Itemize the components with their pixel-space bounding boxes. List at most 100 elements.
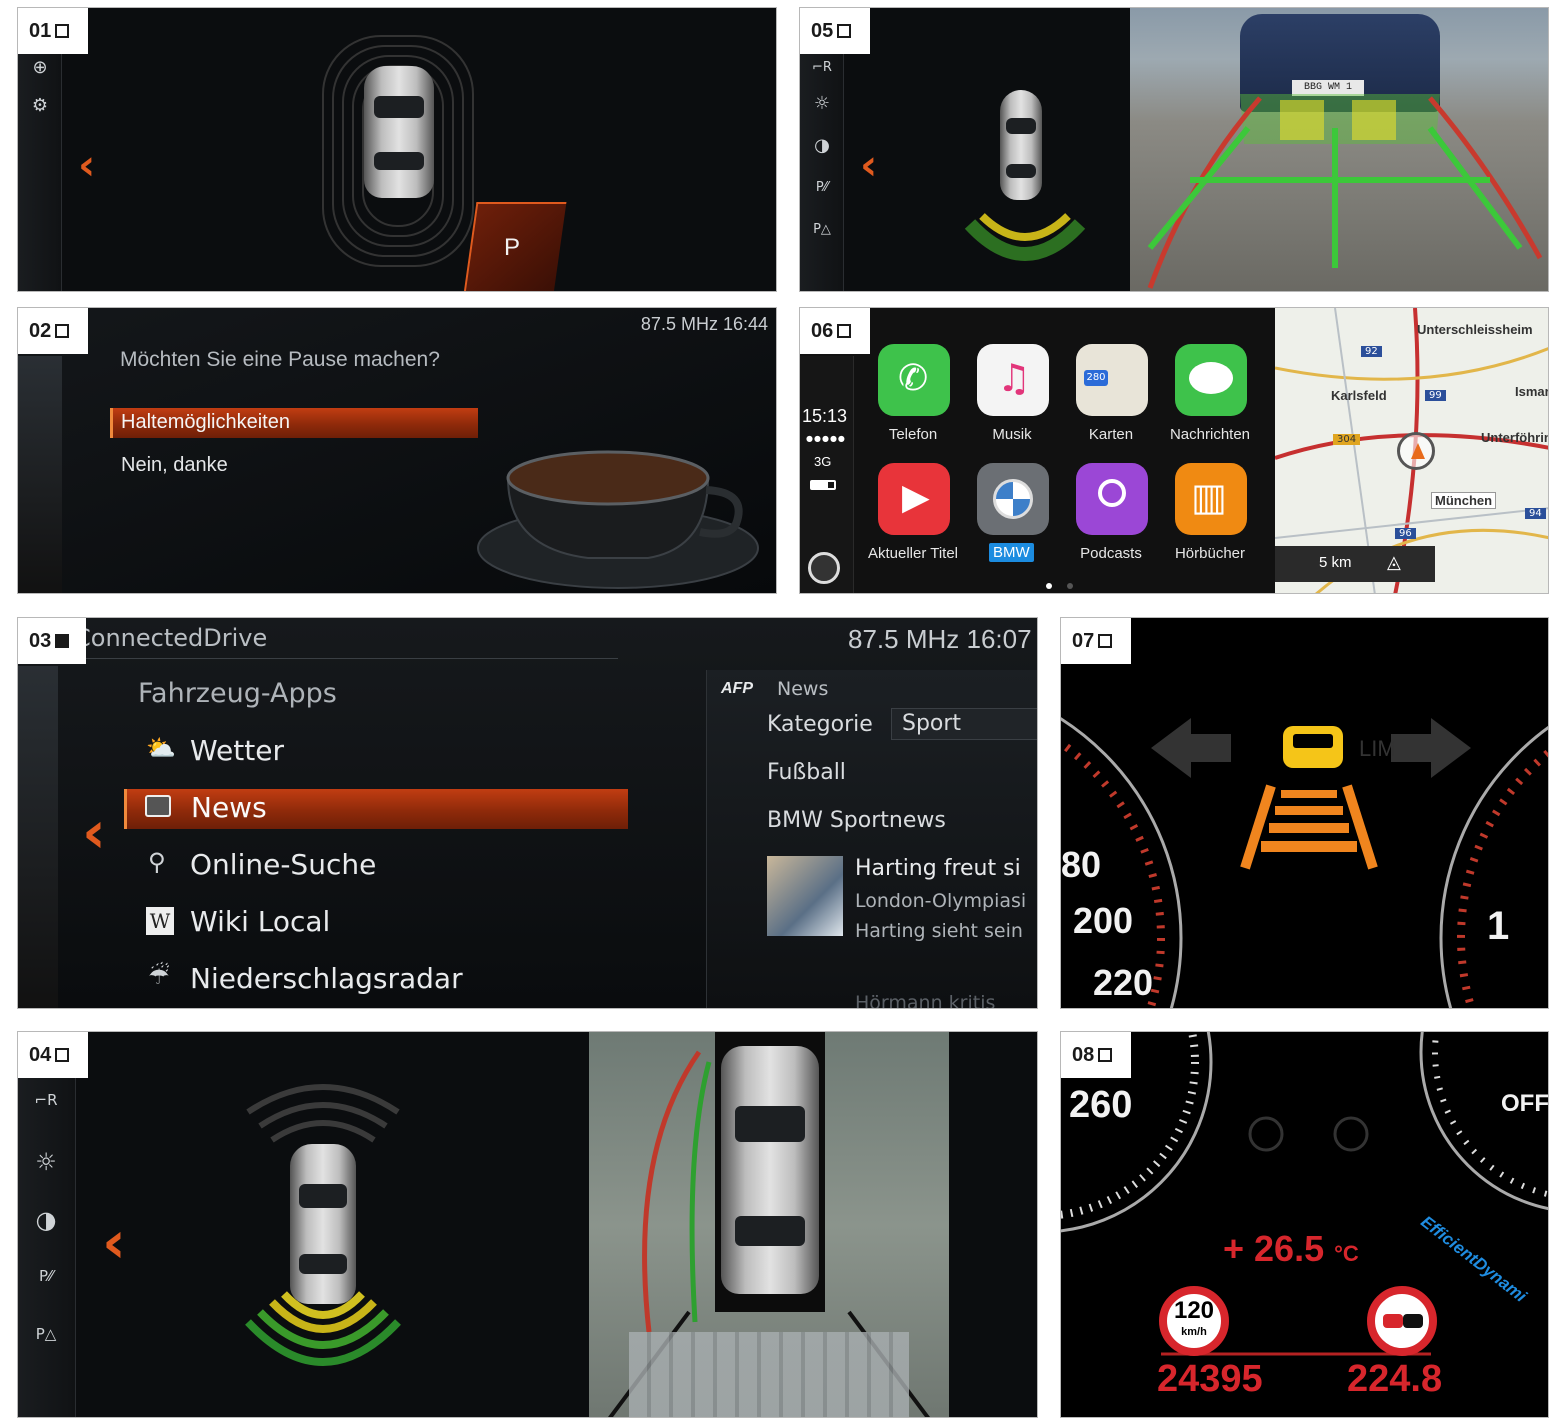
feed-item-next[interactable]: Hörmann kritis — [855, 992, 995, 1008]
now-playing-app-icon[interactable]: ▶ — [878, 463, 950, 535]
panel-number-badge: 08 — [1061, 1032, 1131, 1078]
musik-app-icon[interactable]: ♫ — [977, 344, 1049, 416]
menu-item-niederschlagsradar[interactable]: ☔ Niederschlagsradar — [146, 960, 626, 1000]
checkbox-icon — [55, 634, 70, 648]
option-item[interactable]: Nein, danke — [121, 454, 228, 477]
category-label: Kategorie — [767, 712, 873, 737]
panel-number-badge: 07 — [1061, 618, 1131, 664]
panel-04-surround-view: 04 ⌐R ☼ ◑ P⁄⁄ P△ ‹ — [17, 1031, 1038, 1418]
camera-guide-lines — [1147, 94, 1543, 289]
steering-wheel-icon[interactable]: ⊕ — [28, 56, 52, 80]
park-assist-icon[interactable]: P△ — [810, 218, 834, 242]
panel-number-badge: 05 — [800, 8, 870, 54]
article-title[interactable]: Harting freut si — [855, 856, 1021, 881]
camera-view-icon[interactable]: ⌐R — [810, 56, 834, 80]
outside-temperature: + 26.5 °C — [1223, 1228, 1359, 1270]
road-shield: 99 — [1425, 390, 1446, 401]
panel-number-badge: 06 — [800, 308, 870, 354]
weather-icon: ⛅ — [146, 734, 176, 762]
map-place: Unterföhrin — [1481, 430, 1549, 445]
side-strip — [18, 666, 58, 1008]
vehicle-top-view — [364, 66, 434, 198]
menu-item-news[interactable]: News — [124, 789, 628, 829]
panel-number: 04 — [29, 1043, 52, 1066]
map-place: Unterschleissheim — [1417, 322, 1533, 337]
news-icon — [145, 795, 171, 817]
clock: 15:13 — [802, 406, 848, 426]
navigation-map: Unterschleissheim Karlsfeld Ismar Unterf… — [1275, 308, 1549, 593]
brightness-icon[interactable]: ☼ — [810, 92, 834, 116]
limiter-label: LIM — [1359, 736, 1396, 761]
karten-app-icon[interactable]: 280 — [1076, 344, 1148, 416]
header-divider — [78, 658, 618, 659]
category-dropdown[interactable]: Sport — [891, 708, 1037, 740]
brightness-icon[interactable]: ☼ — [34, 1150, 58, 1174]
camera-view-icon[interactable]: ⌐R — [26, 1088, 66, 1112]
hoerbuecher-app-icon[interactable]: ▥ — [1175, 463, 1247, 535]
contrast-icon[interactable]: ◑ — [810, 134, 834, 158]
odometer: 24395 — [1157, 1358, 1263, 1400]
no-overtaking-sign-icon — [1367, 1286, 1437, 1356]
menu-item-wetter[interactable]: ⛅ Wetter — [146, 732, 626, 772]
article-thumbnail[interactable] — [767, 856, 843, 936]
back-chevron-icon[interactable]: ‹ — [102, 1208, 126, 1276]
map-road-badge: 280 — [1084, 370, 1108, 386]
speed-limit-value: 120 — [1173, 1297, 1215, 1324]
speed-label: 260 — [1069, 1084, 1133, 1126]
coffee-cup-image — [477, 450, 759, 589]
app-label-selected: BMW — [989, 543, 1034, 562]
bmw-app-icon[interactable] — [977, 463, 1049, 535]
location-search-icon: ⚲ — [148, 848, 166, 876]
wiki-icon: W — [146, 907, 174, 935]
dialog-question: Möchten Sie eine Pause machen? — [120, 348, 440, 371]
menu-item-wiki-local[interactable]: W Wiki Local — [146, 903, 626, 943]
panel-number: 02 — [29, 319, 52, 342]
panel-number-badge: 02 — [18, 308, 88, 354]
gear-icon[interactable]: ⚙ — [28, 94, 52, 118]
section-title: Fahrzeug-Apps — [138, 678, 337, 709]
back-chevron-icon[interactable]: ‹ — [860, 140, 877, 189]
status-bar: 87.5 MHz 16:44 — [640, 314, 768, 334]
contrast-icon[interactable]: ◑ — [34, 1208, 58, 1232]
panel-number: 03 — [29, 629, 52, 652]
rear-sensor-arcs — [964, 213, 1086, 261]
park-distance-icon[interactable]: P⁄⁄ — [26, 1264, 66, 1288]
speed-limit-sign-icon: 120 km/h — [1159, 1286, 1229, 1356]
temp-unit: °C — [1334, 1241, 1359, 1266]
panel-08-instrument-cluster: 08 260 OFF EfficientDynami + 26.5 °C 120… — [1060, 1031, 1549, 1418]
road-shield: 92 — [1361, 346, 1382, 357]
nachrichten-app-icon[interactable] — [1175, 344, 1247, 416]
checkbox-icon — [1098, 634, 1113, 648]
checkbox-icon — [1098, 1048, 1113, 1062]
menu-item-online-suche[interactable]: ⚲ Online-Suche — [146, 846, 626, 886]
back-chevron-icon[interactable]: ‹ — [82, 798, 106, 866]
option-selected[interactable]: Haltemöglichkeiten — [110, 408, 478, 438]
feed-item[interactable]: BMW Sportnews — [767, 808, 946, 833]
app-label: Karten — [1088, 426, 1134, 443]
app-label: Podcasts — [1080, 545, 1142, 562]
park-distance-icon[interactable]: P⁄⁄ — [810, 176, 834, 200]
rain-radar-icon: ☔ — [148, 962, 170, 990]
page-dot-active — [1046, 583, 1052, 589]
page-indicator — [1046, 574, 1074, 593]
article-subtitle: London-Olympiasi — [855, 890, 1027, 912]
panel-number: 01 — [29, 19, 52, 42]
compass-icon[interactable]: ◬ — [1387, 552, 1401, 573]
checkbox-icon — [837, 24, 852, 38]
checkbox-icon — [837, 324, 852, 338]
article-subtitle: Harting sieht sein — [855, 920, 1023, 942]
podcasts-app-icon[interactable] — [1076, 463, 1148, 535]
app-label: Telefon — [888, 426, 938, 443]
app-label: Musik — [992, 426, 1032, 443]
telefon-app-icon[interactable]: ✆ — [878, 344, 950, 416]
current-position-icon — [1397, 432, 1435, 470]
park-assist-icon[interactable]: P△ — [26, 1322, 66, 1346]
checkbox-icon — [55, 24, 70, 38]
home-button-icon[interactable] — [808, 552, 840, 584]
status-bar: 87.5 MHz 16:07 — [848, 624, 1032, 654]
gear-letter: P — [504, 234, 521, 261]
feed-item[interactable]: Fußball — [767, 760, 846, 785]
map-scale: 5 km — [1319, 554, 1352, 571]
panel-05-rear-camera: 05 ⌐R ☼ ◑ P⁄⁄ P△ ‹ BBG WM 1 — [799, 7, 1549, 292]
back-chevron-icon[interactable]: ‹ — [78, 140, 95, 189]
